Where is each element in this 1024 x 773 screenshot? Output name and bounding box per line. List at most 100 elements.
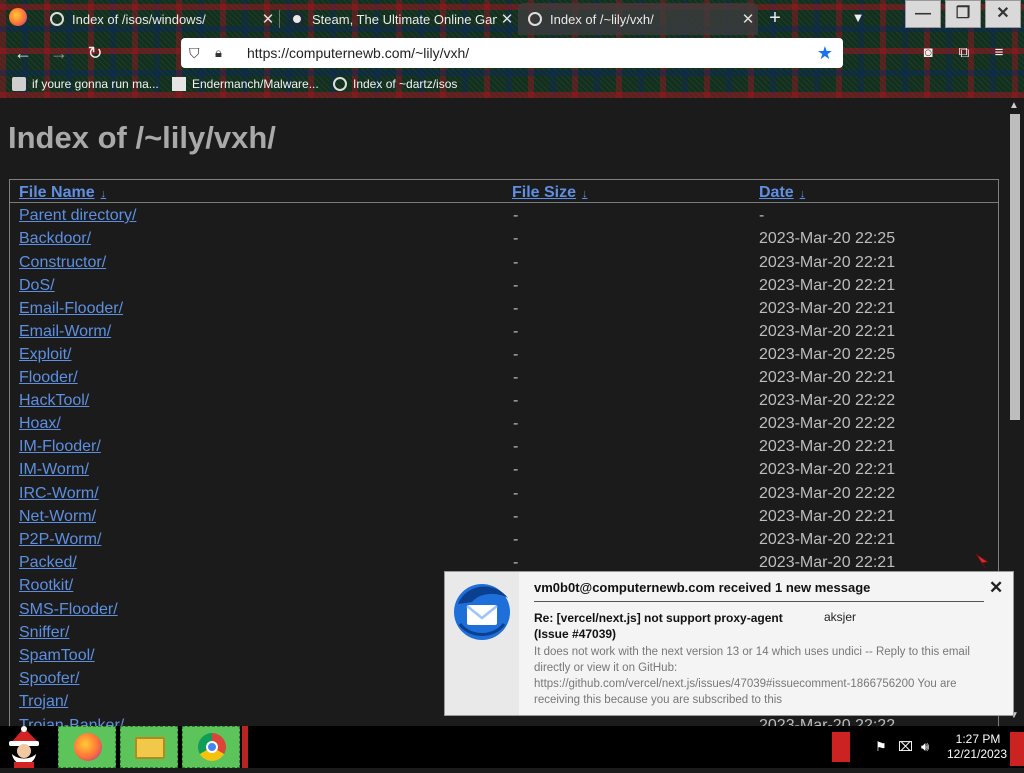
directory-link[interactable]: Backdoor/ [19, 230, 91, 248]
directory-link[interactable]: Hoax/ [19, 415, 61, 433]
close-tab-icon[interactable]: ✕ [497, 10, 517, 28]
directory-link[interactable]: Constructor/ [19, 254, 106, 272]
address-bar[interactable]: ⛉ 🔒︎ https://computernewb.com/~lily/vxh/… [181, 38, 843, 68]
back-button[interactable]: ← [10, 40, 36, 66]
notification-body: It does not work with the next version 1… [534, 646, 970, 706]
mail-notification-popup[interactable]: vm0b0t@computernewb.com received 1 new m… [444, 571, 1014, 716]
column-header-file-size[interactable]: File Size ↓ [512, 184, 588, 202]
show-desktop-button[interactable] [1010, 732, 1024, 766]
document-icon [12, 77, 26, 91]
table-row: IRC-Worm/ - 2023-Mar-20 22:22 [10, 483, 998, 506]
table-row: Backdoor/ - 2023-Mar-20 22:25 [10, 228, 998, 251]
close-tab-icon[interactable]: ✕ [738, 10, 758, 28]
taskbar-chrome-button[interactable] [182, 726, 240, 768]
list-all-tabs-chevron-icon[interactable]: ▼ [848, 6, 868, 30]
column-header-date[interactable]: Date ↓ [759, 184, 805, 202]
file-size: - [513, 531, 519, 548]
minimize-button[interactable]: — [905, 0, 941, 28]
taskbar-separator [242, 726, 248, 768]
bookmark-item[interactable]: if youre gonna run ma... [12, 75, 159, 93]
scrollbar-thumb[interactable] [1010, 114, 1020, 420]
clock-time[interactable]: 1:27 PM [950, 732, 1006, 746]
directory-link[interactable]: Email-Worm/ [19, 323, 111, 341]
firefox-icon [74, 733, 102, 761]
directory-link[interactable]: Exploit/ [19, 346, 71, 364]
directory-link[interactable]: HackTool/ [19, 392, 89, 410]
directory-link[interactable]: P2P-Worm/ [19, 531, 101, 549]
notification-subject: Re: [vercel/next.js] not support proxy-a… [534, 611, 783, 641]
network-icon[interactable]: ⌧ [898, 739, 913, 755]
directory-link[interactable]: Net-Worm/ [19, 508, 96, 526]
restore-button[interactable]: ❐ [945, 0, 981, 28]
file-size: - [513, 438, 519, 455]
file-date: 2023-Mar-20 22:21 [759, 253, 896, 271]
notification-sender: aksjer [824, 610, 857, 624]
directory-link[interactable]: Trojan-Banker/ [19, 717, 124, 726]
file-size: - [513, 230, 519, 247]
file-size: - [513, 276, 519, 294]
taskbar-firefox-button[interactable] [58, 726, 116, 768]
tab-title: Index of /~lily/vxh/ [550, 11, 654, 27]
new-tab-button[interactable]: + [764, 6, 786, 30]
network-warning-icon[interactable]: ⚑ [875, 739, 887, 755]
table-row: Net-Worm/ - 2023-Mar-20 22:21 [10, 506, 998, 529]
directory-link[interactable]: Sniffer/ [19, 624, 69, 642]
file-date: 2023-Mar-20 22:21 [759, 322, 896, 340]
directory-link[interactable]: Rootkit/ [19, 577, 73, 595]
directory-link[interactable]: Spoofer/ [19, 670, 79, 688]
directory-link[interactable]: SMS-Flooder/ [19, 601, 118, 619]
directory-link[interactable]: Email-Flooder/ [19, 300, 123, 318]
column-header-file-name[interactable]: File Name ↓ [19, 184, 106, 202]
mouse-cursor-icon [975, 553, 990, 569]
directory-link[interactable]: Trojan/ [19, 693, 68, 711]
taskbar: ⚑ ⌧ 🔊︎ 1:27 PM 12/21/2023 [0, 726, 1024, 768]
directory-link[interactable]: IRC-Worm/ [19, 485, 99, 503]
bookmark-item[interactable]: Index of ~dartz/isos [333, 75, 457, 93]
tab-steam[interactable]: Steam, The Ultimate Online Game ✕ [280, 3, 517, 35]
directory-link[interactable]: IM-Worm/ [19, 461, 89, 479]
clock-date[interactable]: 12/21/2023 [944, 747, 1010, 761]
browser-chrome: Index of /isos/windows/ ✕ Steam, The Ult… [0, 0, 1024, 98]
tab-isos-windows[interactable]: Index of /isos/windows/ ✕ [40, 3, 278, 35]
file-date: 2023-Mar-20 22:25 [759, 230, 896, 247]
start-button[interactable] [0, 726, 52, 768]
bookmark-star-icon[interactable]: ★ [813, 43, 837, 64]
table-row: Email-Worm/ - 2023-Mar-20 22:21 [10, 321, 998, 344]
close-tab-icon[interactable]: ✕ [258, 10, 278, 28]
close-window-button[interactable]: ✕ [985, 0, 1021, 28]
directory-link[interactable]: DoS/ [19, 277, 55, 295]
pocket-icon[interactable]: ◙ [915, 40, 941, 66]
close-notification-button[interactable]: ✕ [989, 578, 1003, 598]
shield-icon[interactable]: ⛉ [189, 45, 205, 62]
folder-icon [135, 737, 165, 759]
file-date: 2023-Mar-20 22:21 [759, 554, 896, 571]
volume-icon[interactable]: 🔊︎ [921, 739, 929, 755]
taskbar-file-explorer-button[interactable] [120, 726, 178, 768]
file-size: - [513, 253, 519, 271]
file-date: 2023-Mar-20 22:21 [759, 461, 896, 478]
file-date: 2023-Mar-20 22:21 [759, 299, 896, 317]
url-text[interactable]: https://computernewb.com/~lily/vxh/ [247, 45, 813, 61]
directory-link[interactable]: Packed/ [19, 554, 77, 572]
tab-lily-vxh[interactable]: Index of /~lily/vxh/ ✕ [518, 3, 758, 35]
extensions-icon[interactable]: ⧉ [951, 40, 977, 66]
directory-link[interactable]: Parent directory/ [19, 207, 136, 225]
lock-icon[interactable]: 🔒︎ [215, 45, 231, 61]
table-row: Email-Flooder/ - 2023-Mar-20 22:21 [10, 298, 998, 321]
bookmark-item[interactable]: Endermanch/Malware... [172, 75, 319, 93]
reload-button[interactable]: ↻ [82, 40, 108, 66]
directory-link[interactable]: SpamTool/ [19, 647, 95, 665]
steam-icon [290, 12, 304, 26]
header-divider [10, 202, 998, 203]
file-date: 2023-Mar-20 22:21 [759, 438, 896, 455]
directory-link[interactable]: IM-Flooder/ [19, 438, 101, 456]
github-icon [172, 77, 186, 91]
sort-arrow-icon: ↓ [100, 188, 107, 200]
scroll-up-arrow-icon[interactable]: ▲ [1009, 100, 1019, 111]
forward-button[interactable]: → [46, 40, 72, 66]
file-date: 2023-Mar-20 22:22 [759, 392, 896, 409]
directory-link[interactable]: Flooder/ [19, 369, 78, 387]
firefox-menu-icon[interactable] [9, 8, 27, 26]
system-tray-santa-icon[interactable] [832, 732, 850, 762]
menu-icon[interactable]: ≡ [986, 40, 1012, 66]
